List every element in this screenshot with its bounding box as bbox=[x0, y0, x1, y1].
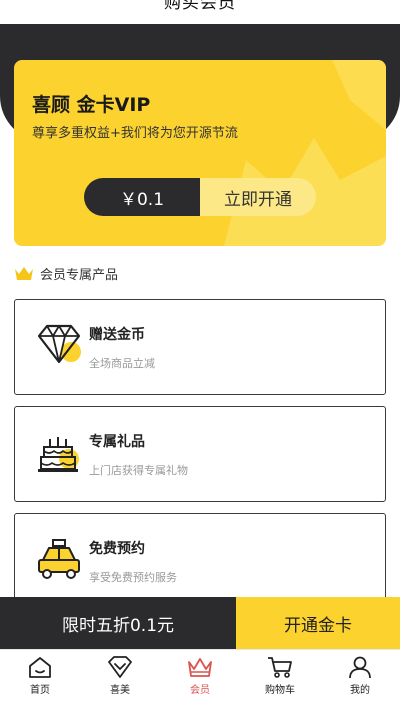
crown-icon bbox=[15, 267, 33, 280]
vip-title: 喜顾 金卡VIP bbox=[32, 94, 151, 116]
cart-icon bbox=[268, 657, 292, 678]
tab-mine[interactable]: 我的 bbox=[320, 650, 400, 701]
heart-gem-icon bbox=[108, 656, 132, 678]
product-desc: 上门店获得专属礼物 bbox=[89, 464, 188, 477]
product-desc: 全场商品立减 bbox=[89, 357, 155, 370]
section-title: 会员专属产品 bbox=[40, 267, 119, 283]
tab-member[interactable]: 会员 bbox=[160, 650, 240, 701]
user-icon bbox=[349, 656, 371, 679]
home-icon bbox=[29, 657, 51, 678]
cake-icon bbox=[38, 437, 79, 472]
crown-decoration-icon bbox=[224, 60, 386, 246]
product-title: 赠送金币 bbox=[89, 327, 145, 343]
product-desc: 享受免费预约服务 bbox=[89, 571, 177, 584]
purchase-bar: 限时五折0.1元 开通金卡 bbox=[0, 597, 400, 649]
crown-icon bbox=[188, 658, 212, 677]
tab-label: 首页 bbox=[30, 685, 50, 696]
taxi-icon bbox=[38, 539, 80, 579]
tab-label: 我的 bbox=[350, 685, 370, 696]
tab-label: 购物车 bbox=[265, 685, 295, 696]
tab-label: 会员 bbox=[190, 685, 210, 696]
open-now-button[interactable]: 立即开通 bbox=[200, 178, 316, 216]
open-gold-card-button[interactable]: 开通金卡 bbox=[236, 597, 400, 649]
tab-bar: 首页 喜美 会员 购物车 我的 bbox=[0, 649, 400, 701]
product-item-gift[interactable]: 专属礼品 上门店获得专属礼物 bbox=[14, 406, 386, 502]
section-header: 会员专属产品 bbox=[14, 262, 118, 284]
price-label: ￥0.1 bbox=[84, 178, 200, 216]
product-item-booking[interactable]: 免费预约 享受免费预约服务 bbox=[14, 513, 386, 609]
tab-cart[interactable]: 购物车 bbox=[240, 650, 320, 701]
tab-home[interactable]: 首页 bbox=[0, 650, 80, 701]
tab-ximei[interactable]: 喜美 bbox=[80, 650, 160, 701]
product-title: 免费预约 bbox=[89, 541, 145, 557]
product-item-coins[interactable]: 赠送金币 全场商品立减 bbox=[14, 299, 386, 395]
page-title: 购买会员 bbox=[164, 0, 236, 13]
vip-card: 喜顾 金卡VIP 尊享多重权益+我们将为您开源节流 ￥0.1 立即开通 bbox=[14, 60, 386, 246]
diamond-icon bbox=[37, 324, 81, 364]
product-title: 专属礼品 bbox=[89, 434, 145, 450]
page-header: 购买会员 bbox=[0, 0, 400, 24]
tab-label: 喜美 bbox=[110, 685, 130, 696]
price-open-button[interactable]: ￥0.1 立即开通 bbox=[84, 178, 316, 216]
vip-subtitle: 尊享多重权益+我们将为您开源节流 bbox=[32, 126, 238, 141]
promo-label: 限时五折0.1元 bbox=[0, 597, 236, 649]
